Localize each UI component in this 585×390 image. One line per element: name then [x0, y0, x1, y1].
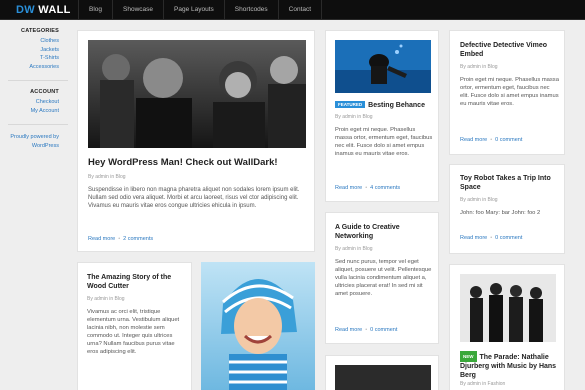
sidebar-divider [8, 80, 68, 81]
comments-link[interactable]: 0 comment [495, 137, 522, 143]
comments-link[interactable]: 0 comment [370, 327, 397, 333]
post-title[interactable]: Toy Robot Takes a Trip Into Space [460, 174, 560, 192]
band-photo[interactable] [88, 40, 306, 148]
post-title-row: NEW The Parade: Nathalie Djurberg with Mu… [460, 351, 562, 380]
post-meta: By admin in Blog [87, 296, 125, 302]
read-more-link[interactable]: Read more [335, 327, 362, 333]
post-title-row: FEATURED Besting Behance [335, 101, 435, 109]
nav-blog[interactable]: Blog [78, 0, 112, 20]
post-excerpt: Proin eget mi neque. Phasellus massa ort… [335, 127, 433, 157]
powered-by-line-2[interactable]: WordPress [0, 142, 59, 151]
post-meta: By admin in Blog [335, 114, 373, 120]
post-footer: Read more • 4 comments [335, 185, 401, 191]
post-card-woman-photo [201, 262, 315, 390]
featured-badge: FEATURED [335, 101, 366, 108]
post-card-partial [325, 355, 439, 390]
group-photo[interactable] [460, 274, 556, 342]
category-tshirts[interactable]: T-Shirts [0, 54, 59, 63]
sidebar: CATEGORIES Clothes Jackets T-Shirts Acce… [0, 28, 68, 150]
category-clothes[interactable]: Clothes [0, 37, 59, 46]
read-more-link[interactable]: Read more [335, 185, 362, 191]
post-photo[interactable] [335, 365, 431, 390]
account-my-account-link[interactable]: My Account [0, 107, 59, 116]
post-meta: By admin in Fashion [460, 381, 506, 387]
account-checkout-link[interactable]: Checkout [0, 98, 59, 107]
comments-link[interactable]: 4 comments [370, 185, 400, 191]
post-meta: By admin in Blog [460, 197, 498, 203]
woman-photo[interactable] [201, 262, 315, 390]
post-footer: Read more • 0 comment [460, 137, 523, 143]
categories-title: CATEGORIES [21, 28, 59, 34]
comments-link[interactable]: 0 comment [495, 235, 522, 241]
post-title[interactable]: Besting Behance [368, 102, 425, 109]
post-card-woodcutter: The Amazing Story of the Wood Cutter By … [77, 262, 192, 390]
nav-showcase[interactable]: Showcase [112, 0, 163, 20]
top-navigation-bar: DW WALL Blog Showcase Page Layouts Short… [0, 0, 585, 20]
post-excerpt: Suspendisse in libero non magna pharetra… [88, 187, 300, 209]
post-meta: By admin in Blog [88, 174, 126, 180]
post-footer: Read more • 2 comments [88, 236, 154, 242]
account-widget: ACCOUNT Checkout My Account [0, 89, 68, 115]
post-excerpt: Vivamus ac orci elit, tristique elementu… [87, 309, 180, 355]
woman-photo-image [201, 262, 315, 390]
account-title: ACCOUNT [30, 89, 59, 95]
post-meta: By admin in Blog [460, 64, 498, 70]
new-badge: NEW [460, 351, 477, 362]
read-more-link[interactable]: Read more [460, 137, 487, 143]
group-photo-image [460, 274, 556, 342]
post-title[interactable]: Defective Detective Vimeo Embed [460, 41, 560, 59]
post-excerpt: John: foo Mary: bar John: foo 2 [460, 210, 541, 216]
read-more-link[interactable]: Read more [460, 235, 487, 241]
category-accessories[interactable]: Accessories [0, 63, 59, 72]
post-card-robot: Toy Robot Takes a Trip Into Space By adm… [449, 164, 565, 254]
read-more-link[interactable]: Read more [88, 236, 115, 242]
sidebar-divider [8, 124, 68, 125]
nav-contact[interactable]: Contact [277, 0, 323, 20]
diver-photo-image [335, 40, 431, 93]
nav-page-layouts[interactable]: Page Layouts [163, 0, 224, 20]
post-card-creative: A Guide to Creative Networking By admin … [325, 212, 439, 344]
comments-link[interactable]: 2 comments [123, 236, 153, 242]
post-title[interactable]: A Guide to Creative Networking [335, 223, 433, 241]
category-jackets[interactable]: Jackets [0, 46, 59, 55]
post-title[interactable]: Hey WordPress Man! Check out WallDark! [88, 157, 278, 168]
main-nav: Blog Showcase Page Layouts Shortcodes Co… [78, 0, 323, 20]
diver-photo[interactable] [335, 40, 431, 93]
powered-by-line-1[interactable]: Proudly powered by [0, 133, 59, 142]
site-logo[interactable]: DW WALL [16, 4, 71, 16]
post-card-parade: NEW The Parade: Nathalie Djurberg with Mu… [449, 264, 565, 390]
post-excerpt: Sed nunc purus, tempor vel eget aliquet,… [335, 259, 432, 297]
categories-widget: CATEGORIES Clothes Jackets T-Shirts Acce… [0, 28, 68, 71]
band-photo-image [88, 40, 306, 148]
logo-part-2: WALL [38, 4, 71, 16]
post-title[interactable]: The Amazing Story of the Wood Cutter [87, 273, 187, 291]
post-meta: By admin in Blog [335, 246, 373, 252]
powered-by: Proudly powered by WordPress [0, 133, 68, 150]
post-footer: Read more • 0 comment [460, 235, 523, 241]
post-card-behance: FEATURED Besting Behance By admin in Blog… [325, 30, 439, 202]
post-card-vimeo: Defective Detective Vimeo Embed By admin… [449, 30, 565, 155]
post-footer: Read more • 0 comment [335, 327, 398, 333]
post-excerpt: Proin eget mi neque. Phasellus massa ort… [460, 77, 559, 107]
nav-shortcodes[interactable]: Shortcodes [223, 0, 278, 20]
logo-part-1: DW [16, 4, 35, 16]
post-card-featured: Hey WordPress Man! Check out WallDark! B… [77, 30, 315, 252]
